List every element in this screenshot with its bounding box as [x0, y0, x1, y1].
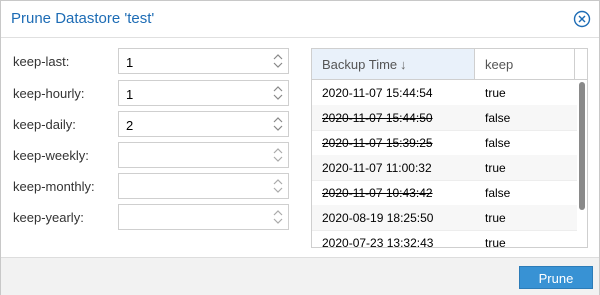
keep-weekly-field[interactable] — [118, 142, 289, 168]
keep-last-row: keep-last: 1 — [13, 48, 303, 74]
keep-hourly-field[interactable]: 1 — [118, 80, 289, 106]
keep-cell: true — [485, 236, 506, 248]
backup-time-cell: 2020-08-19 18:25:50 — [322, 211, 434, 225]
keep-cell: true — [485, 86, 506, 100]
keep-hourly-row: keep-hourly: 1 — [13, 80, 303, 106]
keep-header-label: keep — [485, 57, 514, 72]
spinner-arrows-icon[interactable] — [272, 84, 284, 102]
table-row[interactable]: 2020-11-07 10:43:42 false — [312, 180, 577, 206]
keep-last-field[interactable]: 1 — [118, 48, 289, 74]
keep-yearly-field[interactable] — [118, 204, 289, 230]
table-row[interactable]: 2020-11-07 15:39:25 false — [312, 130, 577, 156]
keep-yearly-row: keep-yearly: — [13, 204, 303, 230]
spinner-arrows-icon[interactable] — [272, 52, 284, 70]
backup-time-cell: 2020-11-07 11:00:32 — [322, 161, 432, 175]
sort-descending-icon: ↓ — [400, 57, 407, 72]
column-header-keep[interactable]: keep — [475, 49, 575, 79]
keep-monthly-label: keep-monthly: — [13, 179, 95, 194]
backup-time-header-label: Backup Time — [322, 57, 398, 72]
keep-cell: true — [485, 211, 506, 225]
spinner-arrows-icon[interactable] — [272, 115, 284, 133]
keep-daily-row: keep-daily: 2 — [13, 111, 303, 137]
keep-cell: false — [485, 186, 511, 200]
keep-daily-value: 2 — [126, 118, 134, 133]
backup-grid: Backup Time ↓ keep 2020-11-07 15:44:54 t… — [311, 48, 588, 248]
spinner-arrows-icon[interactable] — [272, 146, 284, 164]
table-row[interactable]: 2020-07-23 13:32:43 true — [312, 230, 577, 248]
backup-time-cell: 2020-11-07 15:44:50 — [322, 111, 433, 125]
table-row[interactable]: 2020-11-07 15:44:50 false — [312, 105, 577, 131]
dialog-titlebar: Prune Datastore 'test' — [1, 1, 599, 38]
dialog-body: keep-last: 1 keep-hourly: 1 keep-daily: … — [1, 38, 599, 256]
keep-daily-label: keep-daily: — [13, 117, 76, 132]
keep-last-label: keep-last: — [13, 54, 70, 69]
backup-time-cell: 2020-07-23 13:32:43 — [322, 236, 434, 248]
table-row[interactable]: 2020-11-07 15:44:54 true — [312, 80, 577, 106]
keep-monthly-field[interactable] — [118, 173, 289, 199]
keep-daily-field[interactable]: 2 — [118, 111, 289, 137]
scrollbar-thumb[interactable] — [579, 82, 585, 210]
keep-cell: false — [485, 111, 511, 125]
column-header-backup-time[interactable]: Backup Time ↓ — [312, 49, 475, 79]
keep-monthly-row: keep-monthly: — [13, 173, 303, 199]
prune-button[interactable]: Prune — [519, 266, 593, 289]
keep-weekly-label: keep-weekly: — [13, 148, 89, 163]
backup-time-cell: 2020-11-07 15:44:54 — [322, 86, 433, 100]
keep-yearly-label: keep-yearly: — [13, 210, 84, 225]
prune-dialog: Prune Datastore 'test' keep-last: 1 keep… — [0, 0, 600, 295]
grid-header: Backup Time ↓ keep — [312, 49, 587, 80]
keep-weekly-row: keep-weekly: — [13, 142, 303, 168]
keep-hourly-value: 1 — [126, 87, 134, 102]
grid-scrollbar[interactable] — [577, 80, 587, 247]
table-row[interactable]: 2020-08-19 18:25:50 true — [312, 205, 577, 231]
table-row[interactable]: 2020-11-07 11:00:32 true — [312, 155, 577, 181]
dialog-footer: Prune — [1, 257, 599, 295]
backup-time-cell: 2020-11-07 10:43:42 — [322, 186, 433, 200]
keep-cell: true — [485, 161, 506, 175]
spinner-arrows-icon[interactable] — [272, 208, 284, 226]
close-icon[interactable] — [573, 10, 591, 28]
dialog-title: Prune Datastore 'test' — [11, 10, 155, 27]
spinner-arrows-icon[interactable] — [272, 177, 284, 195]
keep-cell: false — [485, 136, 511, 150]
keep-hourly-label: keep-hourly: — [13, 86, 85, 101]
backup-time-cell: 2020-11-07 15:39:25 — [322, 136, 433, 150]
keep-last-value: 1 — [126, 55, 134, 70]
